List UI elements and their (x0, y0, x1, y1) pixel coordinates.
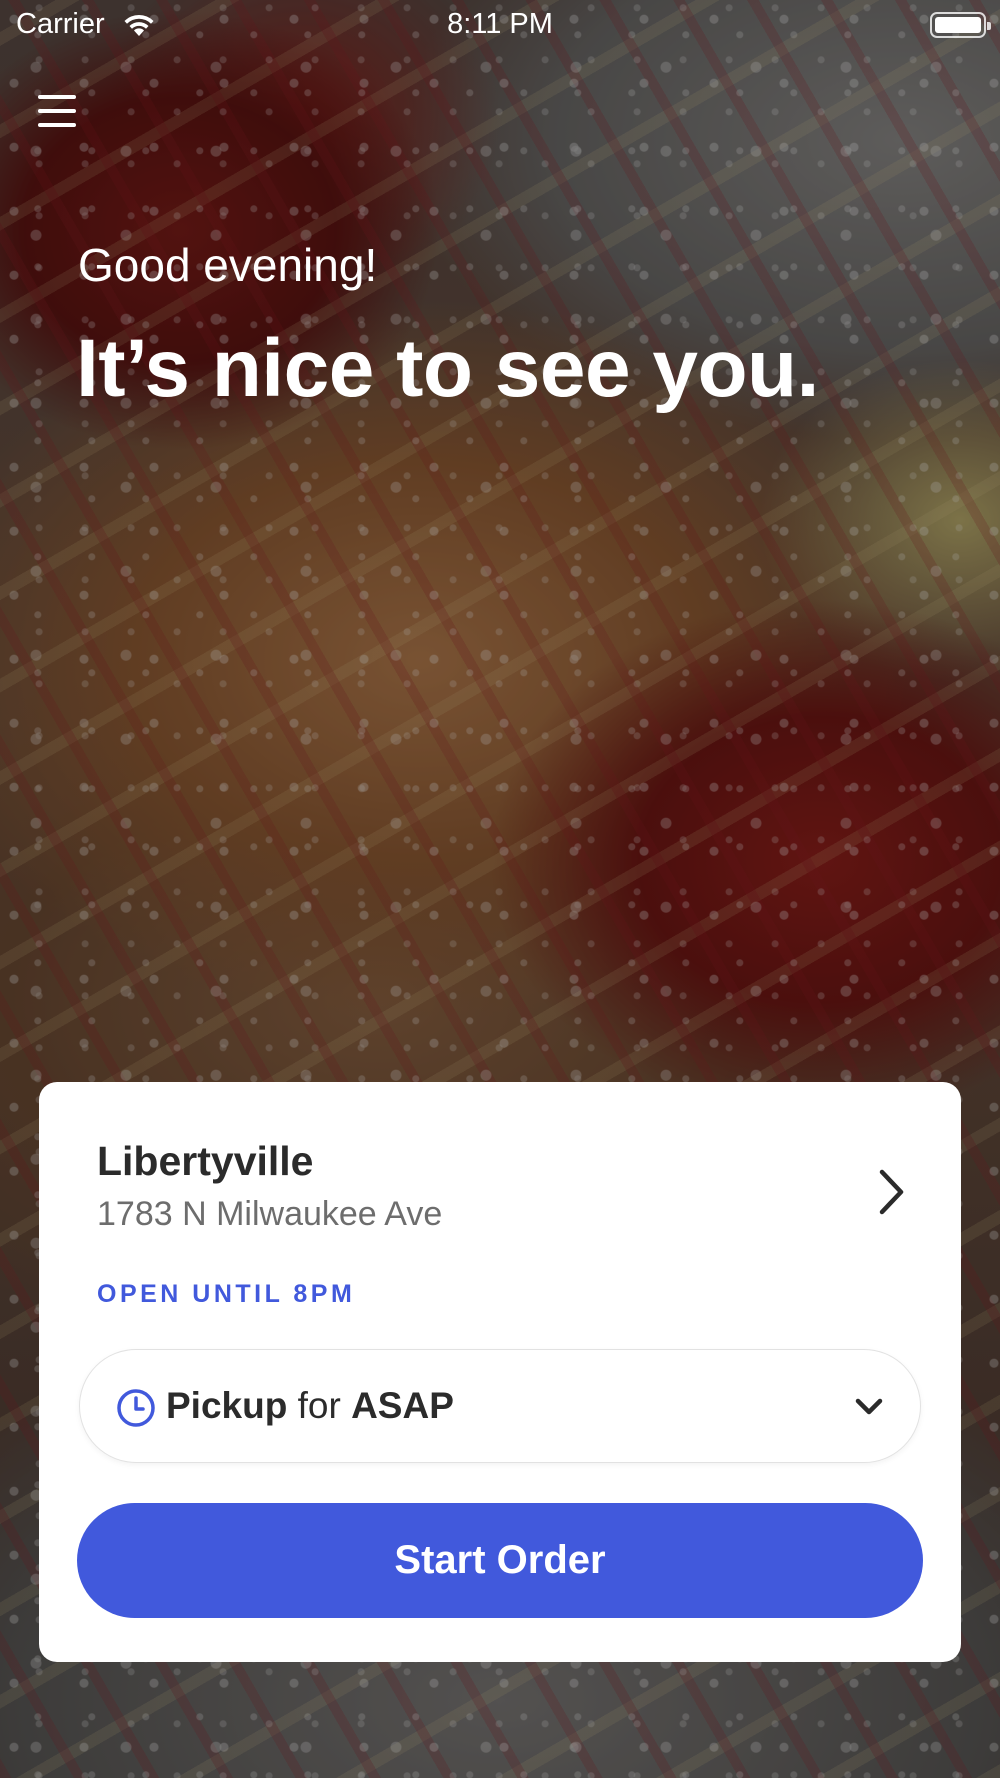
headline-text: It’s nice to see you. (76, 323, 819, 414)
clock-icon (117, 1389, 155, 1427)
status-bar: Carrier 8:11 PM (0, 0, 1000, 50)
location-name: Libertyville (97, 1138, 314, 1184)
battery-icon (930, 12, 991, 38)
pickup-time-selector[interactable]: Pickup for ASAP (79, 1349, 921, 1463)
menu-icon[interactable] (36, 92, 80, 132)
start-order-button[interactable]: Start Order (77, 1503, 923, 1618)
order-connector: for (297, 1385, 341, 1426)
order-mode: Pickup (166, 1385, 288, 1426)
order-card: Libertyville 1783 N Milwaukee Ave OPEN U… (39, 1082, 961, 1662)
greeting-text: Good evening! (78, 239, 378, 291)
chevron-down-icon (855, 1398, 883, 1415)
pickup-summary: Pickup for ASAP (166, 1385, 454, 1427)
location-selector[interactable]: Libertyville 1783 N Milwaukee Ave (39, 1082, 961, 1282)
status-time: 8:11 PM (447, 8, 553, 40)
location-address: 1783 N Milwaukee Ave (97, 1195, 443, 1233)
chevron-right-icon (879, 1169, 904, 1215)
order-time: ASAP (351, 1385, 454, 1426)
hours-status: OPEN UNTIL 8PM (97, 1280, 356, 1308)
